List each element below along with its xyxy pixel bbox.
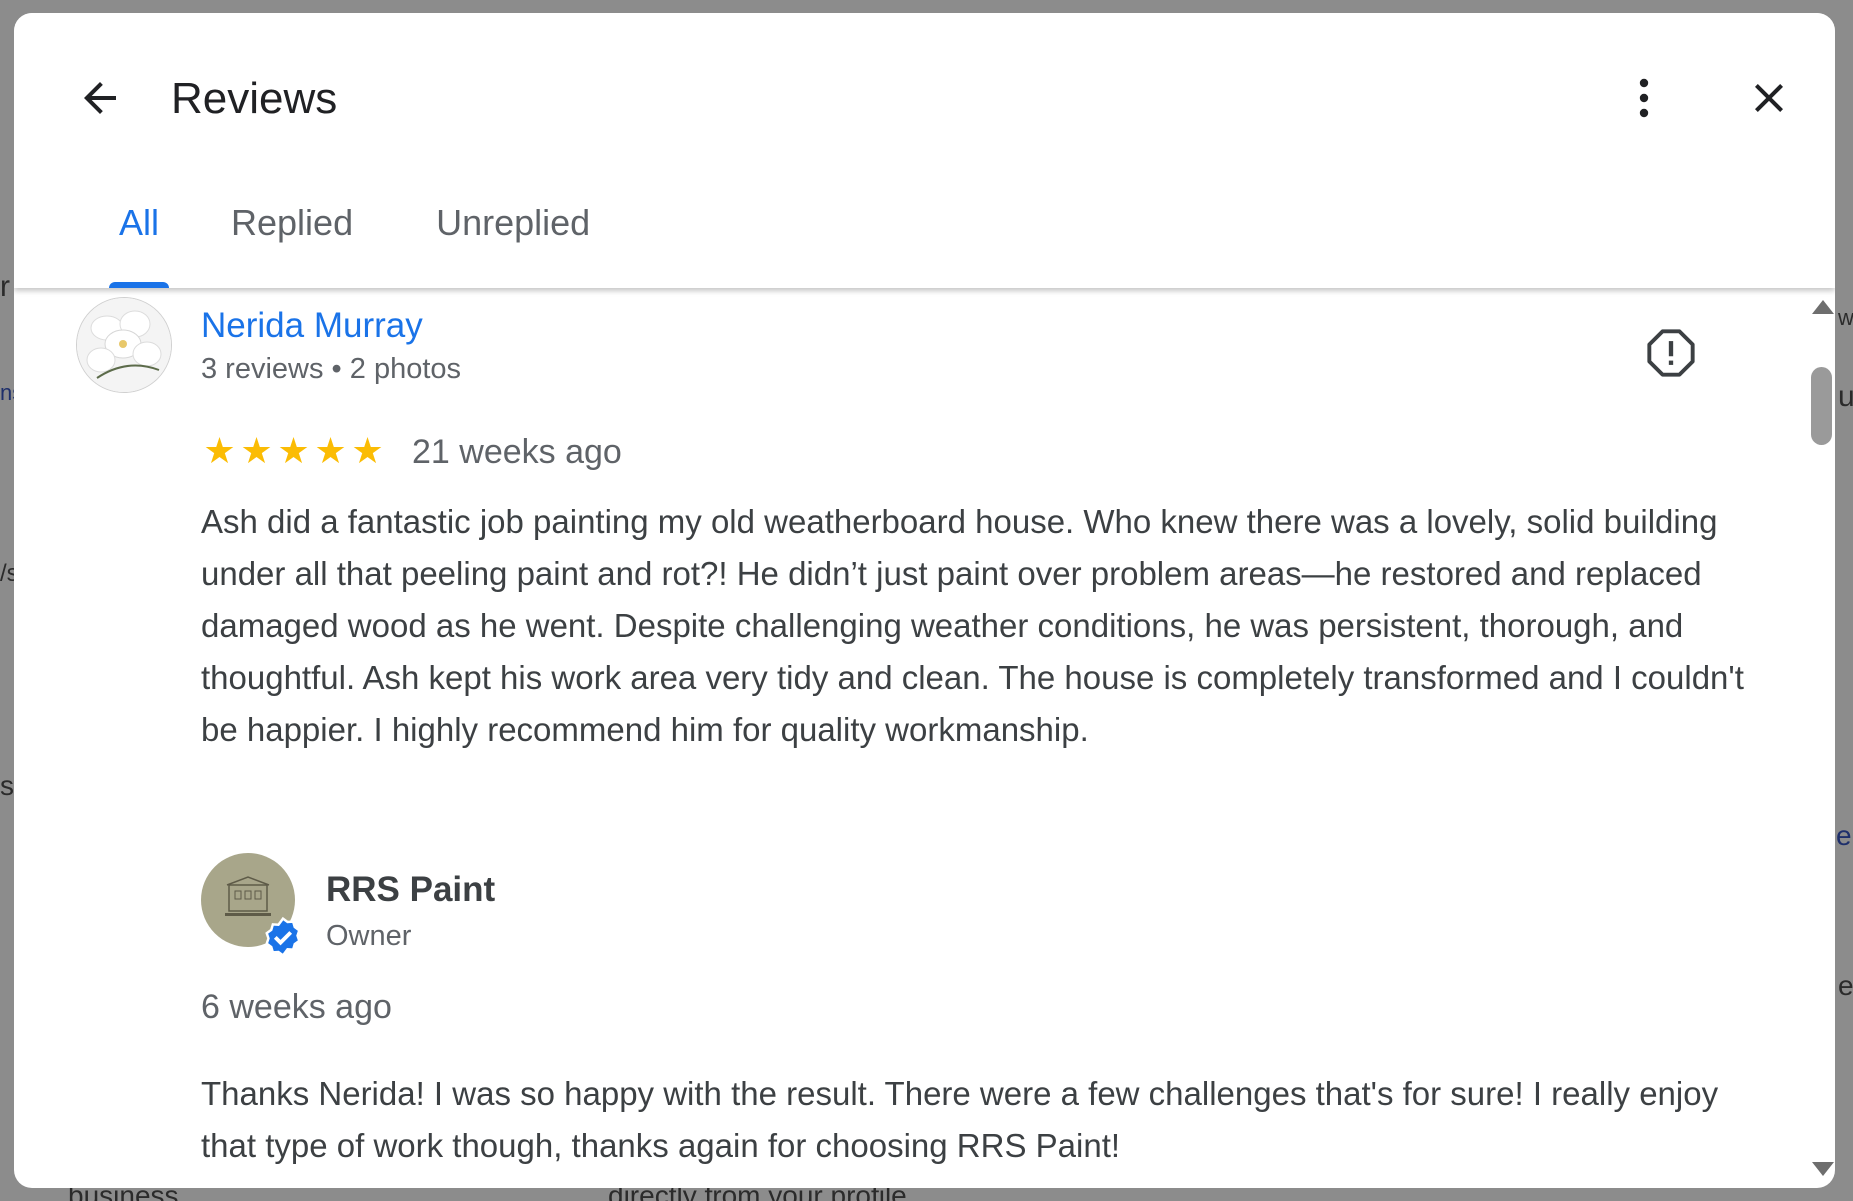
background-fragment: s — [0, 770, 14, 801]
background-fragment: e — [1838, 970, 1853, 1001]
reviewer-avatar[interactable] — [76, 297, 172, 393]
rrs-logo-icon — [225, 876, 271, 916]
close-button[interactable] — [1729, 58, 1809, 138]
reply-text: Thanks Nerida! I was so happy with the r… — [201, 1075, 1719, 1164]
background-fragment: u — [1838, 380, 1853, 413]
star-icon: ★ — [277, 430, 310, 471]
back-button[interactable] — [60, 58, 140, 138]
scrollbar[interactable] — [1809, 288, 1835, 1188]
reviews-list[interactable]: Nerida Murray 3 reviews • 2 photos ★ ★ ★… — [14, 288, 1835, 1188]
arrow-back-icon — [84, 82, 116, 114]
background-fragment: w — [1838, 305, 1853, 330]
background-fragment: e — [1836, 820, 1852, 851]
star-icon: ★ — [314, 430, 347, 471]
star-icon: ★ — [351, 430, 384, 471]
orchid-photo — [77, 298, 171, 392]
report-review-button[interactable] — [1636, 318, 1706, 388]
verified-badge-icon — [265, 916, 301, 958]
background-fragment: r — [0, 270, 10, 303]
tab-all-label: All — [119, 202, 160, 243]
more-vert-icon — [1639, 78, 1649, 118]
active-tab-indicator — [109, 282, 170, 288]
tab-replied[interactable]: Replied — [221, 183, 363, 288]
reply-time: 6 weeks ago — [201, 988, 392, 1026]
scroll-up-arrow-icon[interactable] — [1812, 300, 1834, 314]
dialog-header: Reviews All Replied Unreplied — [14, 13, 1835, 288]
tab-unreplied[interactable]: Unreplied — [426, 183, 600, 288]
review-text: Ash did a fantastic job painting my old … — [201, 503, 1744, 748]
reviewer-meta: 3 reviews • 2 photos — [201, 353, 462, 385]
scroll-down-arrow-icon[interactable] — [1812, 1162, 1834, 1176]
tab-unreplied-label: Unreplied — [436, 202, 591, 243]
owner-role: Owner — [326, 920, 412, 952]
owner-name: RRS Paint — [326, 870, 496, 909]
star-icon: ★ — [240, 430, 273, 471]
scrollbar-thumb[interactable] — [1811, 367, 1832, 445]
reviews-dialog: Reviews All Replied Unreplied Nerida Mur… — [14, 13, 1835, 1188]
review-time: 21 weeks ago — [412, 433, 622, 471]
reviewer-name-link[interactable]: Nerida Murray — [201, 304, 423, 348]
star-icon: ★ — [203, 430, 236, 471]
dialog-title: Reviews — [171, 74, 338, 123]
tab-replied-label: Replied — [231, 202, 354, 243]
tab-all[interactable]: All — [109, 183, 170, 288]
review-filter-tabs: All Replied Unreplied — [109, 183, 600, 288]
report-flag-icon — [1647, 329, 1695, 377]
star-rating: ★ ★ ★ ★ ★ — [202, 431, 385, 471]
close-icon — [1755, 84, 1783, 112]
more-options-button[interactable] — [1604, 58, 1684, 138]
